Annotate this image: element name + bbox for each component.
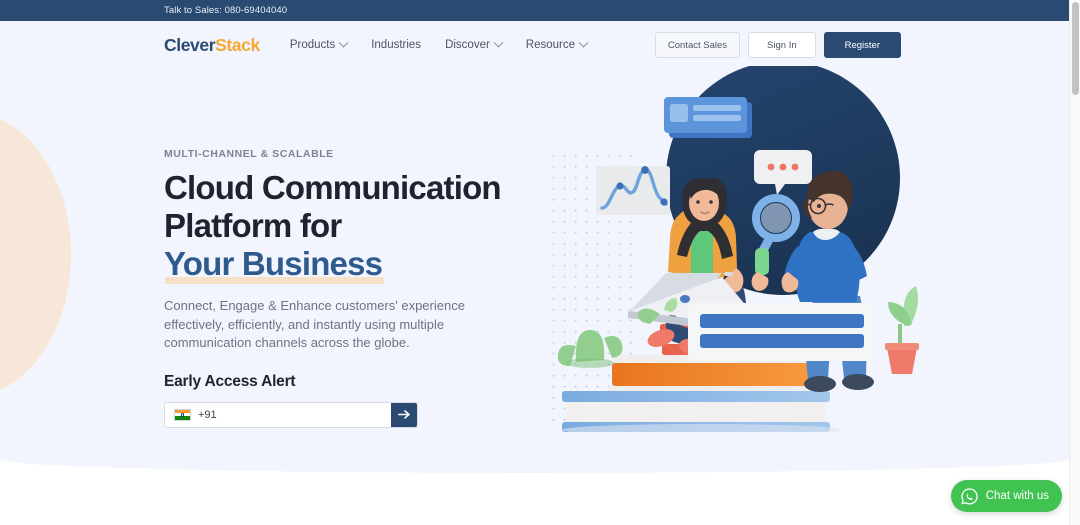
analytics-chart-card [596,166,670,215]
early-access-label: Early Access Alert [164,372,296,390]
india-flag-icon [174,409,191,421]
chevron-down-icon [578,37,589,48]
ui-card-held [688,303,876,361]
phone-input[interactable]: +91 [165,403,391,427]
potted-plant [885,286,919,374]
nav-item-industries-label: Industries [371,39,422,51]
hero-eyebrow: MULTI-CHANNEL & SCALABLE [164,148,334,160]
nav-item-discover-label: Discover [445,39,490,51]
nav-item-products[interactable]: Products [289,37,349,51]
headline-line-2-prefix: Platform for [164,207,342,244]
sign-in-button[interactable]: Sign In [748,32,816,58]
nav-item-resource-label: Resource [525,39,576,51]
talk-to-sales-text: Talk to Sales: 080-69404040 [164,5,288,16]
hero-subcopy: Connect, Engage & Enhance customers' exp… [164,298,465,351]
hero-illustration [552,61,924,436]
nav-links: Products Industries Discover Resource [289,37,589,51]
headline-line-1: Cloud Communication [164,169,502,206]
chat-widget-label: Chat with us [985,490,1049,502]
whatsapp-icon [960,487,978,505]
arrow-right-icon [397,410,410,420]
nav-actions: Contact Sales Sign In Register [654,32,901,58]
nav-item-discover[interactable]: Discover [445,37,504,51]
whatsapp-chat-button[interactable]: Chat with us [950,480,1062,512]
announcement-bar: Talk to Sales: 080-69404040 [0,0,1069,21]
headline-accent: Your Business [164,245,383,282]
brand-logo[interactable]: CleverStack [164,35,260,56]
nav-item-resource[interactable]: Resource [525,37,589,51]
page-viewport: Talk to Sales: 080-69404040 CleverStack … [0,0,1080,525]
country-code-value: +91 [198,408,217,421]
hero-headline: Cloud Communication Platform for Your Bu… [164,169,564,283]
contact-sales-button[interactable]: Contact Sales [654,32,741,58]
chevron-down-icon [493,37,504,48]
ui-card-top [664,97,752,138]
logo-text-primary: Clever [164,34,216,55]
chevron-down-icon [338,37,349,48]
scrollbar-thumb[interactable] [1072,2,1079,95]
hero-content: MULTI-CHANNEL & SCALABLE Cloud Communica… [164,148,564,428]
main-navigation: CleverStack Products Industries Discover… [0,21,1069,69]
logo-text-secondary: Stack [215,34,260,55]
register-button[interactable]: Register [823,32,901,58]
page-scrollbar[interactable] [1069,0,1080,525]
phone-input-group: +91 [164,401,418,428]
nav-item-products-label: Products [289,39,336,51]
phone-submit-button[interactable] [391,402,417,427]
nav-item-industries[interactable]: Industries [371,39,421,51]
